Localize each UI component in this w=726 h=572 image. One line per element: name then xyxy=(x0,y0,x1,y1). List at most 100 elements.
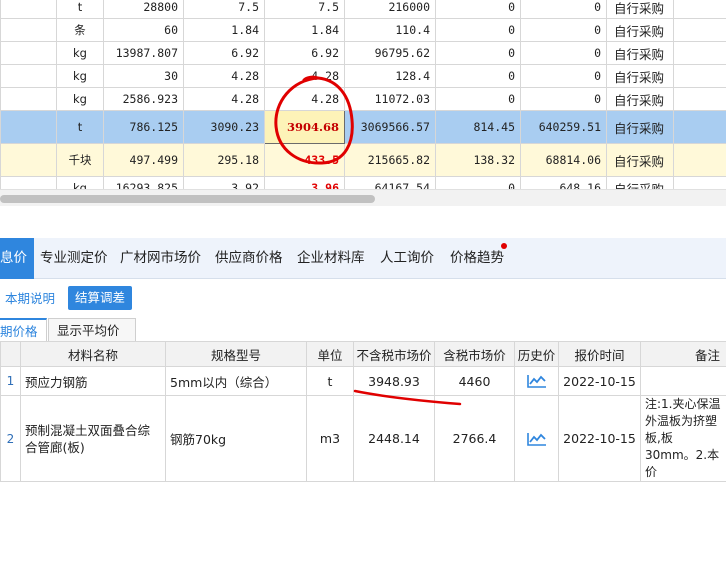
grid-cell-unit[interactable]: 条 xyxy=(56,18,104,42)
grid-cell-unit[interactable]: kg xyxy=(56,87,104,111)
history-trend-icon[interactable] xyxy=(514,366,559,396)
grid-cell-diff[interactable]: 0 xyxy=(435,18,521,42)
grid-cell-blank[interactable] xyxy=(0,18,57,42)
grid-cell-diff-total[interactable]: 0 xyxy=(520,18,607,42)
tab-price-trend[interactable]: 价格趋势 xyxy=(450,238,504,279)
grid-cell-source[interactable]: 自行采购 xyxy=(606,110,674,144)
grid-cell-total[interactable]: 216000 xyxy=(344,0,436,19)
grid-cell-source[interactable]: 自行采购 xyxy=(606,41,674,65)
grid-cell-blank[interactable] xyxy=(673,110,726,144)
tab-period-price[interactable]: 期价格 xyxy=(0,318,47,343)
grid-cell-market-price[interactable]: 1.84 xyxy=(264,18,345,42)
grid-cell-unit[interactable]: 千块 xyxy=(56,143,104,177)
grid-cell-price[interactable]: 4.28 xyxy=(183,64,265,88)
grid-cell-price[interactable]: 3090.23 xyxy=(183,110,265,144)
grid-row[interactable]: kg 2586.923 4.28 4.28 11072.03 0 0 自行采购 xyxy=(0,87,726,111)
grid-cell-market-price[interactable]: 6.92 xyxy=(264,41,345,65)
grid-row[interactable]: t 786.125 3090.23 3904.68 3069566.57 814.45 64… xyxy=(0,110,726,144)
grid-cell-diff[interactable]: 0 xyxy=(435,0,521,19)
grid-cell-market-price[interactable]: 7.5 xyxy=(264,0,345,19)
grid-cell-price[interactable]: 7.5 xyxy=(183,0,265,19)
grid-cell-diff-total[interactable]: 0 xyxy=(520,41,607,65)
grid-cell-quantity[interactable]: 497.499 xyxy=(103,143,184,177)
grid-row[interactable]: kg 30 4.28 4.28 128.4 0 0 自行采购 xyxy=(0,64,726,88)
grid-cell-diff-total[interactable]: 0 xyxy=(520,64,607,88)
grid-cell-price[interactable]: 6.92 xyxy=(183,41,265,65)
table-row[interactable]: 1 预应力钢筋 5mm以内（综合） t 3948.93 4460 2022-10… xyxy=(0,366,726,396)
period-description-button[interactable]: 本期说明 xyxy=(0,287,60,310)
grid-cell-blank[interactable] xyxy=(0,110,57,144)
header-quote-date[interactable]: 报价时间 xyxy=(558,341,641,367)
grid-cell-diff[interactable]: 138.32 xyxy=(435,143,521,177)
header-note[interactable]: 备注 xyxy=(640,341,726,367)
grid-cell-blank[interactable] xyxy=(0,41,57,65)
grid-cell-diff[interactable]: 0 xyxy=(435,176,521,189)
grid-cell-total[interactable]: 96795.62 xyxy=(344,41,436,65)
grid-cell-quantity[interactable]: 16293.825 xyxy=(103,176,184,189)
grid-cell-price[interactable]: 295.18 xyxy=(183,143,265,177)
grid-row[interactable]: 条 60 1.84 1.84 110.4 0 0 自行采购 xyxy=(0,18,726,42)
grid-cell-diff-total[interactable]: 0 xyxy=(520,0,607,19)
grid-cell-source[interactable]: 自行采购 xyxy=(606,87,674,111)
tab-guangcai-market-price[interactable]: 广材网市场价 xyxy=(120,238,201,279)
grid-cell-source[interactable]: 自行采购 xyxy=(606,64,674,88)
scrollbar-thumb[interactable] xyxy=(0,195,375,203)
history-trend-icon[interactable] xyxy=(514,395,559,482)
grid-cell-blank[interactable] xyxy=(673,176,726,189)
tab-info-price[interactable]: 息价 xyxy=(0,238,34,279)
grid-cell-diff[interactable]: 0 xyxy=(435,87,521,111)
grid-cell-blank[interactable] xyxy=(0,143,57,177)
header-spec[interactable]: 规格型号 xyxy=(165,341,307,367)
grid-cell-quantity[interactable]: 60 xyxy=(103,18,184,42)
grid-cell-diff[interactable]: 0 xyxy=(435,64,521,88)
grid-cell-blank[interactable] xyxy=(673,41,726,65)
header-material-name[interactable]: 材料名称 xyxy=(20,341,166,367)
grid-cell-diff[interactable]: 814.45 xyxy=(435,110,521,144)
tab-professional-price[interactable]: 专业测定价 xyxy=(40,238,108,279)
settlement-adjust-button[interactable]: 结算调差 xyxy=(68,286,133,310)
grid-cell-blank[interactable] xyxy=(673,18,726,42)
grid-cell-quantity[interactable]: 30 xyxy=(103,64,184,88)
grid-cell-blank[interactable] xyxy=(673,0,726,19)
grid-cell-source[interactable]: 自行采购 xyxy=(606,0,674,19)
grid-cell-total[interactable]: 128.4 xyxy=(344,64,436,88)
grid-cell-diff-total[interactable]: 648.16 xyxy=(520,176,607,189)
grid-cell-source[interactable]: 自行采购 xyxy=(606,176,674,189)
header-inc-tax-price[interactable]: 含税市场价 xyxy=(434,341,515,367)
grid-row[interactable]: t 28800 7.5 7.5 216000 0 0 自行采购 xyxy=(0,0,726,19)
header-unit[interactable]: 单位 xyxy=(306,341,354,367)
tab-show-average-price[interactable]: 显示平均价 xyxy=(48,318,136,342)
grid-cell-diff[interactable]: 0 xyxy=(435,41,521,65)
header-ex-tax-price[interactable]: 不含税市场价 xyxy=(353,341,435,367)
grid-row[interactable]: 千块 497.499 295.18 433.5 215665.82 138.32 68814… xyxy=(0,143,726,177)
grid-cell-total[interactable]: 64167.54 xyxy=(344,176,436,189)
grid-cell-diff-total[interactable]: 0 xyxy=(520,87,607,111)
grid-cell-quantity[interactable]: 28800 xyxy=(103,0,184,19)
grid-row[interactable]: kg 16293.825 3.92 3.96 64167.54 0 648.16 自行采购 xyxy=(0,176,726,189)
table-row[interactable]: 2 预制混凝土双面叠合综合管廊(板) 钢筋70kg m3 2448.14 276… xyxy=(0,395,726,482)
grid-cell-blank[interactable] xyxy=(0,87,57,111)
grid-cell-blank[interactable] xyxy=(673,87,726,111)
grid-cell-unit[interactable]: kg xyxy=(56,64,104,88)
grid-cell-blank[interactable] xyxy=(0,64,57,88)
grid-cell-total[interactable]: 215665.82 xyxy=(344,143,436,177)
grid-cell-diff-total[interactable]: 68814.06 xyxy=(520,143,607,177)
grid-cell-market-price[interactable]: 433.5 xyxy=(264,143,345,177)
grid-cell-price[interactable]: 4.28 xyxy=(183,87,265,111)
grid-cell-blank[interactable] xyxy=(0,0,57,19)
horizontal-scrollbar[interactable] xyxy=(0,189,726,206)
grid-cell-price[interactable]: 1.84 xyxy=(183,18,265,42)
grid-cell-total[interactable]: 11072.03 xyxy=(344,87,436,111)
grid-cell-market-price[interactable]: 3.96 xyxy=(264,176,345,189)
grid-cell-blank[interactable] xyxy=(0,176,57,189)
grid-cell-blank[interactable] xyxy=(673,143,726,177)
grid-cell-quantity[interactable]: 13987.807 xyxy=(103,41,184,65)
grid-cell-quantity[interactable]: 2586.923 xyxy=(103,87,184,111)
grid-cell-total[interactable]: 3069566.57 xyxy=(344,110,436,144)
grid-cell-price[interactable]: 3.92 xyxy=(183,176,265,189)
grid-cell-blank[interactable] xyxy=(673,64,726,88)
grid-cell-unit[interactable]: kg xyxy=(56,176,104,189)
grid-cell-market-price[interactable]: 4.28 xyxy=(264,87,345,111)
grid-cell-total[interactable]: 110.4 xyxy=(344,18,436,42)
grid-cell-market-price[interactable]: 3904.68 xyxy=(264,110,345,144)
